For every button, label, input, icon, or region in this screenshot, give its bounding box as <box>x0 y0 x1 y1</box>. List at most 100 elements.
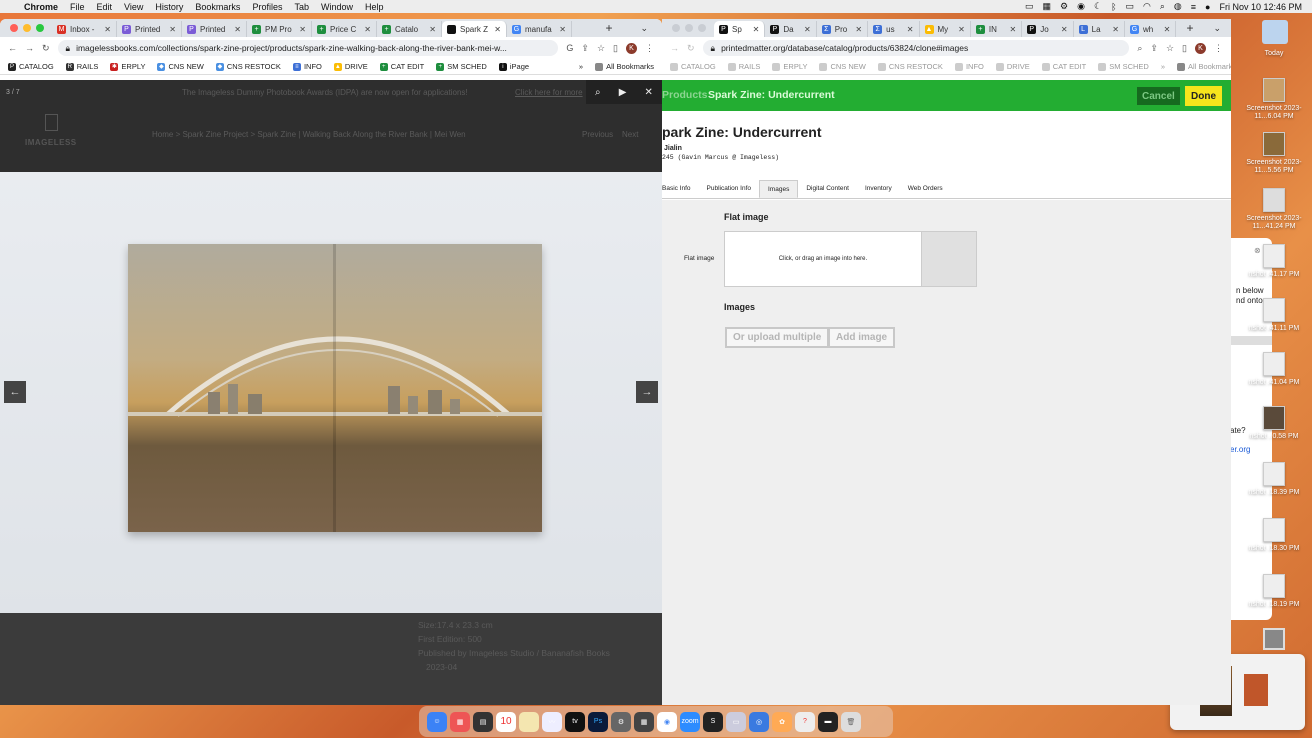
tab-left[interactable]: Gmanufa ✕ <box>507 21 572 37</box>
desktop-icon-screenshot[interactable]: nshot .18.19 PM <box>1244 574 1304 609</box>
done-button[interactable]: Done <box>1185 86 1222 106</box>
close-tab-icon[interactable]: ✕ <box>804 25 811 34</box>
upload-multiple-button[interactable]: Or upload multiple <box>725 327 830 348</box>
add-image-button[interactable]: Add image <box>828 327 896 348</box>
zoom-icon[interactable]: ⌕ <box>1137 43 1142 54</box>
bookmark-item[interactable]: + CAT EDIT <box>379 62 424 71</box>
tab-web-orders[interactable]: Web Orders <box>900 180 951 198</box>
tv-icon[interactable]: tv <box>565 711 585 732</box>
system-settings-icon[interactable]: ⚙ <box>611 711 631 732</box>
battery-icon[interactable]: ▭ <box>1125 1 1134 12</box>
reload-icon[interactable]: ↻ <box>687 43 695 54</box>
chevron-down-icon[interactable]: ⌄ <box>1203 23 1231 34</box>
bookmark-item[interactable]: P CATALOG <box>8 62 54 71</box>
desktop-icon-screenshot[interactable]: nshot .41.11 PM <box>1244 298 1304 333</box>
tab-right[interactable]: L La ✕ <box>1074 21 1125 37</box>
desktop-icon-screenshot[interactable]: nshot .41.04 PM <box>1244 352 1304 387</box>
tab-right[interactable]: P Da ✕ <box>765 21 817 37</box>
all-bookmarks-button[interactable]: All Bookmarks <box>1177 62 1231 71</box>
close-icon[interactable]: ✕ <box>645 87 653 98</box>
desktop-icon-screenshot[interactable]: Screenshot 2023-11...41.24 PM <box>1244 188 1304 230</box>
sonos-icon[interactable]: S <box>703 711 723 732</box>
header-breadcrumb[interactable]: Products <box>662 89 708 101</box>
menu-history[interactable]: History <box>149 2 189 12</box>
tab-right[interactable]: ▲ My ✕ <box>920 21 971 37</box>
trash-icon[interactable]: 🗑︎ <box>841 711 861 732</box>
siri-icon[interactable]: ● <box>1205 2 1210 12</box>
close-tab-icon[interactable]: ✕ <box>1164 25 1171 34</box>
share-icon[interactable]: ⇪ <box>581 43 589 54</box>
menu-chrome[interactable]: Chrome <box>18 2 64 12</box>
site-logo[interactable]: IMAGELESS <box>25 138 77 147</box>
close-tab-icon[interactable]: ✕ <box>753 25 760 34</box>
bookmark-item[interactable]: CAT EDIT <box>1041 62 1086 71</box>
close-tab-icon[interactable]: ✕ <box>494 25 501 34</box>
close-tab-icon[interactable]: ✕ <box>1061 25 1068 34</box>
tab-right[interactable]: P Jo ✕ <box>1022 21 1074 37</box>
more-bookmarks-icon[interactable]: » <box>1161 62 1165 71</box>
reload-icon[interactable]: ↻ <box>42 43 50 54</box>
close-tab-icon[interactable]: ✕ <box>169 25 176 34</box>
bookmark-item[interactable]: + SM SCHED <box>436 62 487 71</box>
photos-icon[interactable]: ✿ <box>772 711 792 732</box>
bookmark-item[interactable]: R RAILS <box>65 62 98 71</box>
photoshop-icon[interactable]: Ps <box>588 711 608 732</box>
menu-edit[interactable]: Edit <box>91 2 119 12</box>
tab-images[interactable]: Images <box>759 180 799 198</box>
star-icon[interactable]: ☆ <box>597 43 605 54</box>
desktop-file-icon[interactable] <box>1263 628 1285 650</box>
chrome-icon[interactable]: ◉ <box>657 711 677 732</box>
forward-icon[interactable]: → <box>25 43 34 53</box>
bookmark-item[interactable]: ◆ CNS NEW <box>157 62 204 71</box>
tab-right[interactable]: Σ Pro ✕ <box>817 21 869 37</box>
moon-icon[interactable]: ☾ <box>1094 1 1102 12</box>
menu-file[interactable]: File <box>64 2 91 12</box>
close-tab-icon[interactable]: ✕ <box>104 25 111 34</box>
record-icon[interactable]: ◉ <box>1077 1 1085 12</box>
all-bookmarks-button[interactable]: All Bookmarks <box>595 62 654 71</box>
close-tab-icon[interactable]: ✕ <box>855 25 862 34</box>
url-input[interactable]: 🔒︎ printedmatter.org/database/catalog/pro… <box>702 40 1130 56</box>
google-icon[interactable]: G <box>566 43 573 53</box>
more-icon[interactable]: ⋮ <box>1214 43 1223 54</box>
menu-view[interactable]: View <box>118 2 149 12</box>
tab-digital-content[interactable]: Digital Content <box>798 180 857 198</box>
new-tab-icon[interactable]: + <box>1176 21 1203 35</box>
close-window-button[interactable] <box>672 24 680 32</box>
right-browser-window[interactable]: P Sp ✕ P Da ✕ Σ Pro ✕ Σus ✕ ▲ My ✕ + IN ✕ P Jo ✕ L La ✕ Gwh ✕ + … <box>662 19 1231 80</box>
menubar-clock[interactable]: Fri Nov 10 12:46 PM <box>1219 2 1302 12</box>
preview-icon[interactable]: ▭ <box>726 711 746 732</box>
launchpad-icon[interactable]: ▦ <box>450 711 470 732</box>
tab-left[interactable]: M Inbox - ✕ <box>52 21 117 37</box>
next-image-button[interactable]: → <box>636 381 658 403</box>
bookmark-item[interactable]: ▲ DRIVE <box>333 62 368 71</box>
next-link[interactable]: Next <box>622 130 638 139</box>
desktop-icon-screenshot[interactable]: nshot .18.39 PM <box>1244 462 1304 497</box>
close-tab-icon[interactable]: ✕ <box>429 25 436 34</box>
chevron-down-icon[interactable]: ⌄ <box>626 23 662 34</box>
close-window-button[interactable] <box>10 24 18 32</box>
menu-window[interactable]: Window <box>315 2 359 12</box>
wifi-icon[interactable]: ◠ <box>1143 1 1151 12</box>
menu-help[interactable]: Help <box>359 2 390 12</box>
close-tab-icon[interactable]: ✕ <box>1010 25 1017 34</box>
desktop-icon-screenshot[interactable]: nshot ..0.58 PM <box>1244 406 1304 441</box>
mission-control-icon[interactable]: ▤ <box>473 711 493 732</box>
tab-inventory[interactable]: Inventory <box>857 180 900 198</box>
freeform-icon[interactable]: 〰 <box>542 711 562 732</box>
screen-icon[interactable]: ▭ <box>1025 1 1034 12</box>
announcement-link[interactable]: Click here for more <box>515 88 583 97</box>
back-icon[interactable]: ← <box>8 43 17 53</box>
more-icon[interactable]: ⋮ <box>645 43 654 54</box>
menu-tab[interactable]: Tab <box>288 2 315 12</box>
zoom-app-icon[interactable]: zoom <box>680 711 700 732</box>
desktop-icon-screenshot[interactable]: nshot .18.30 PM <box>1244 518 1304 553</box>
tab-left[interactable]: Spark Z ✕ <box>442 21 507 37</box>
minimize-window-button[interactable] <box>685 24 693 32</box>
safari-icon[interactable]: ◎ <box>749 711 769 732</box>
close-tab-icon[interactable]: ✕ <box>234 25 241 34</box>
bookmark-item[interactable]: ✱ ERPLY <box>110 62 145 71</box>
bookmark-item[interactable]: CATALOG <box>670 62 716 71</box>
bluetooth-icon[interactable]: ᛒ <box>1111 2 1116 12</box>
desktop-icon-screenshot[interactable]: Screenshot 2023-11...6.04 PM <box>1244 78 1304 120</box>
